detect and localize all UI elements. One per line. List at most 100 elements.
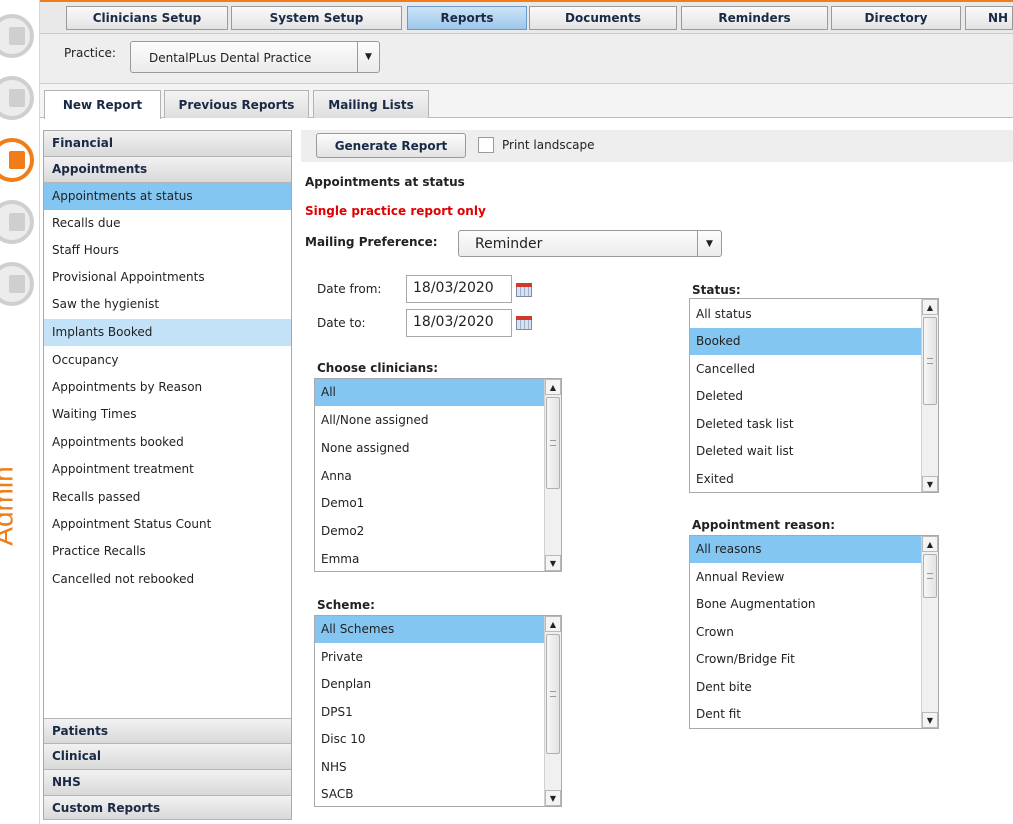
calendar-icon[interactable] [0, 76, 34, 120]
print-landscape-label: Print landscape [502, 138, 595, 152]
status-listbox[interactable]: All status Booked Cancelled Deleted Dele… [689, 298, 939, 493]
list-item[interactable]: Cancelled [690, 356, 921, 383]
scrollbar[interactable]: ▲ ▼ [921, 536, 938, 728]
list-item[interactable]: All [315, 379, 544, 406]
admin-label: Admin [0, 466, 19, 546]
list-item[interactable]: Crown [690, 619, 921, 646]
list-item[interactable]: None assigned [315, 435, 544, 462]
nav-nhs[interactable]: NH [965, 6, 1013, 30]
nav-system-setup[interactable]: System Setup [231, 6, 402, 30]
power-icon[interactable] [0, 262, 34, 306]
category-financial[interactable]: Financial [44, 131, 291, 157]
date-from-input[interactable]: 18/03/2020 [406, 275, 512, 303]
scroll-thumb[interactable] [923, 554, 937, 598]
scroll-thumb[interactable] [923, 317, 937, 405]
clinicians-label: Choose clinicians: [317, 361, 439, 375]
list-item[interactable]: Crown/Bridge Fit [690, 646, 921, 673]
mailing-preference-select[interactable]: Reminder ▼ [458, 230, 722, 257]
list-item[interactable]: All/None assigned [315, 407, 544, 434]
list-item[interactable]: Deleted [690, 383, 921, 410]
category-appointments[interactable]: Appointments [44, 157, 291, 183]
tab-mailing-lists[interactable]: Mailing Lists [313, 90, 429, 118]
clinicians-listbox[interactable]: All All/None assigned None assigned Anna… [314, 378, 562, 572]
practice-select[interactable]: DentalPLus Dental Practice ▼ [130, 41, 380, 73]
scroll-down-icon[interactable]: ▼ [545, 555, 561, 571]
list-item[interactable]: Dent fit [690, 701, 921, 728]
report-item[interactable]: Provisional Appointments [44, 264, 291, 291]
date-from-label: Date from: [317, 282, 382, 296]
list-item[interactable]: All reasons [690, 536, 921, 563]
list-item[interactable]: Private [315, 644, 544, 671]
category-clinical[interactable]: Clinical [44, 744, 291, 770]
scrollbar[interactable]: ▲ ▼ [544, 379, 561, 571]
report-item[interactable]: Implants Booked [44, 319, 291, 346]
category-nhs[interactable]: NHS [44, 770, 291, 796]
report-item[interactable]: Recalls due [44, 210, 291, 237]
report-item[interactable]: Waiting Times [44, 401, 291, 428]
nav-clinicians-setup[interactable]: Clinicians Setup [66, 6, 228, 30]
nav-reports[interactable]: Reports [407, 6, 527, 30]
category-patients[interactable]: Patients [44, 718, 291, 744]
chevron-down-icon[interactable]: ▼ [357, 42, 379, 72]
scroll-down-icon[interactable]: ▼ [545, 790, 561, 806]
calendar-icon[interactable] [516, 316, 532, 330]
scrollbar[interactable]: ▲ ▼ [544, 616, 561, 806]
list-item[interactable]: Exited [690, 466, 921, 492]
tab-previous-reports[interactable]: Previous Reports [164, 90, 309, 118]
reports-icon[interactable] [0, 138, 34, 182]
report-item[interactable]: Appointments booked [44, 429, 291, 456]
scroll-thumb[interactable] [546, 397, 560, 489]
list-item[interactable]: NHS [315, 754, 544, 781]
scroll-down-icon[interactable]: ▼ [922, 712, 938, 728]
side-rail: Admin [0, 0, 40, 824]
scroll-up-icon[interactable]: ▲ [545, 379, 561, 395]
list-item[interactable]: Demo2 [315, 518, 544, 545]
scheme-listbox[interactable]: All Schemes Private Denplan DPS1 Disc 10… [314, 615, 562, 807]
list-item[interactable]: Dent bite [690, 674, 921, 701]
report-item[interactable]: Appointment Status Count [44, 511, 291, 538]
report-item[interactable]: Appointment treatment [44, 456, 291, 483]
report-item[interactable]: Staff Hours [44, 237, 291, 264]
list-item[interactable]: SACB [315, 781, 544, 806]
category-custom-reports[interactable]: Custom Reports [44, 796, 291, 820]
report-item[interactable]: Saw the hygienist [44, 291, 291, 318]
phone-icon[interactable] [0, 200, 34, 244]
list-item[interactable]: DPS1 [315, 699, 544, 726]
list-item[interactable]: Annual Review [690, 564, 921, 591]
list-item[interactable]: Deleted wait list [690, 438, 921, 465]
report-item[interactable]: Occupancy [44, 347, 291, 374]
list-item[interactable]: Deleted task list [690, 411, 921, 438]
scroll-up-icon[interactable]: ▲ [922, 299, 938, 315]
list-item[interactable]: Denplan [315, 671, 544, 698]
list-item[interactable]: All status [690, 301, 921, 328]
chevron-down-icon[interactable]: ▼ [697, 231, 721, 256]
list-item[interactable]: Disc 10 [315, 726, 544, 753]
list-item[interactable]: Anna [315, 463, 544, 490]
generate-report-button[interactable]: Generate Report [316, 133, 466, 158]
list-item[interactable]: Demo1 [315, 490, 544, 517]
list-item[interactable]: Booked [690, 328, 921, 355]
nav-directory[interactable]: Directory [831, 6, 961, 30]
person-icon[interactable] [0, 14, 34, 58]
report-item[interactable]: Appointments by Reason [44, 374, 291, 401]
report-item[interactable]: Cancelled not rebooked [44, 566, 291, 593]
report-tabs: New Report Previous Reports Mailing List… [40, 84, 1013, 119]
scroll-thumb[interactable] [546, 634, 560, 754]
tab-new-report[interactable]: New Report [44, 90, 161, 119]
scroll-down-icon[interactable]: ▼ [922, 476, 938, 492]
print-landscape-checkbox[interactable] [478, 137, 494, 153]
report-item[interactable]: Recalls passed [44, 484, 291, 511]
list-item[interactable]: Emma [315, 546, 544, 571]
calendar-icon[interactable] [516, 283, 532, 297]
report-item[interactable]: Practice Recalls [44, 538, 291, 565]
report-item[interactable]: Appointments at status [44, 183, 291, 210]
scroll-up-icon[interactable]: ▲ [922, 536, 938, 552]
scroll-up-icon[interactable]: ▲ [545, 616, 561, 632]
appointment-reason-listbox[interactable]: All reasons Annual Review Bone Augmentat… [689, 535, 939, 729]
list-item[interactable]: Bone Augmentation [690, 591, 921, 618]
nav-reminders[interactable]: Reminders [681, 6, 828, 30]
date-to-input[interactable]: 18/03/2020 [406, 309, 512, 337]
list-item[interactable]: All Schemes [315, 616, 544, 643]
nav-documents[interactable]: Documents [529, 6, 677, 30]
scrollbar[interactable]: ▲ ▼ [921, 299, 938, 492]
